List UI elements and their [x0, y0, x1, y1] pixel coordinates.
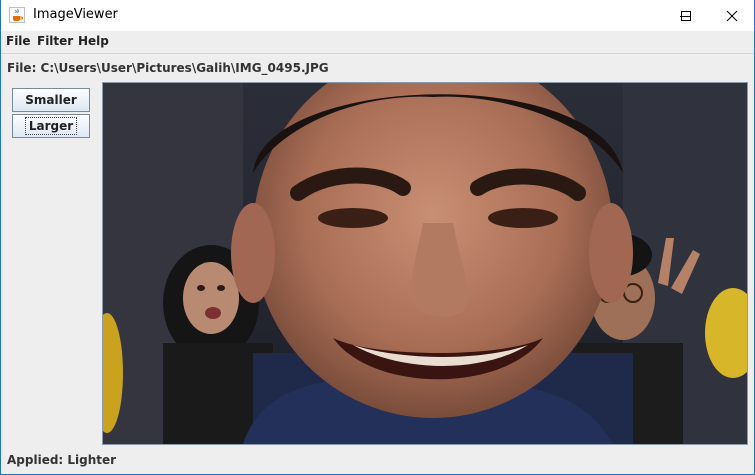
- larger-button[interactable]: Larger: [12, 114, 90, 138]
- menu-filter[interactable]: Filter: [37, 34, 73, 48]
- close-icon: [726, 10, 737, 21]
- maximize-button[interactable]: [663, 0, 709, 31]
- photo-image: [91, 48, 755, 444]
- image-viewer-window: ImageViewer File Filter Help File: C:\Us…: [0, 0, 755, 475]
- larger-button-label: Larger: [24, 117, 78, 135]
- file-path-label: File: C:\Users\User\Pictures\Galih\IMG_0…: [7, 61, 329, 75]
- smaller-button[interactable]: Smaller: [12, 88, 90, 112]
- window-title: ImageViewer: [33, 7, 118, 22]
- java-cup-icon: [9, 7, 25, 23]
- status-label: Applied: Lighter: [7, 453, 117, 467]
- menu-bar: File Filter Help: [1, 31, 754, 54]
- title-bar[interactable]: ImageViewer: [1, 0, 754, 31]
- menu-file[interactable]: File: [6, 34, 31, 48]
- menu-help[interactable]: Help: [78, 34, 109, 48]
- maximize-icon: [681, 10, 691, 21]
- smaller-button-label: Smaller: [25, 93, 77, 107]
- close-button[interactable]: [709, 0, 754, 31]
- image-display[interactable]: [91, 48, 755, 445]
